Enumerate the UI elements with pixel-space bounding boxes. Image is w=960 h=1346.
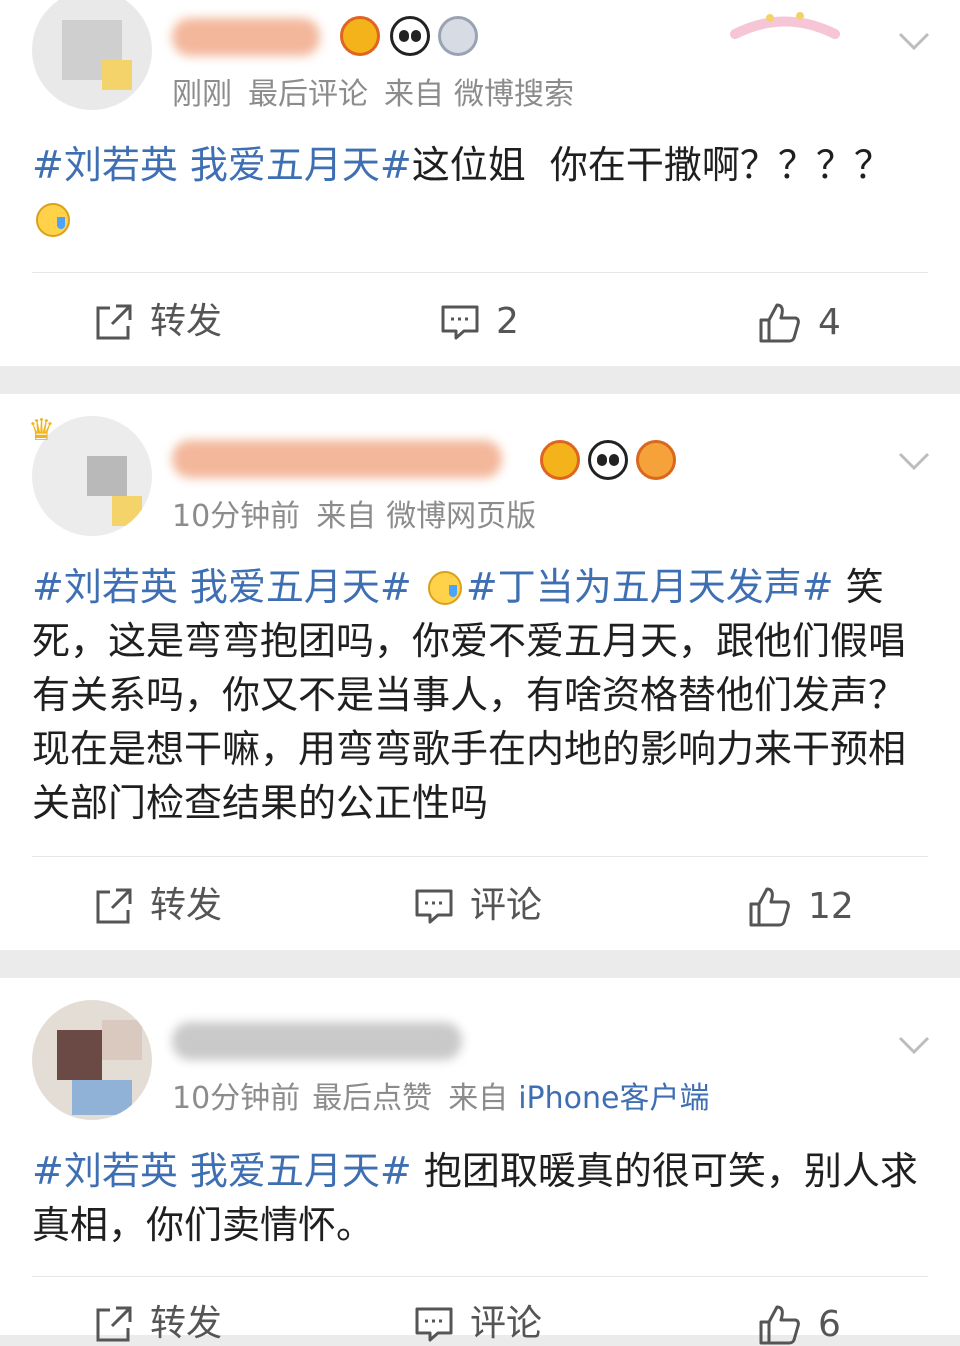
avatar[interactable] xyxy=(32,1000,152,1120)
comment-label: 评论 xyxy=(470,885,543,926)
post-meta: 刚刚 最后评论 来自 微博搜索 xyxy=(172,76,590,114)
comment-button[interactable]: 2 xyxy=(440,302,519,342)
like-count: 4 xyxy=(818,302,841,343)
medal-badge-icon xyxy=(438,16,478,56)
comment-button[interactable]: 评论 xyxy=(414,1304,542,1344)
like-button[interactable]: 12 xyxy=(748,886,854,928)
post-time: 10分钟前 xyxy=(172,499,301,534)
hashtag-link[interactable]: #丁当为五月天发声# xyxy=(466,565,834,609)
vip-crown-icon xyxy=(540,440,580,480)
like-button[interactable]: 6 xyxy=(758,1304,841,1346)
share-icon xyxy=(96,1306,132,1342)
share-icon xyxy=(96,304,132,340)
source-prefix: 来自 xyxy=(316,499,377,534)
post-extra: 最后点赞 xyxy=(312,1081,433,1116)
comment-count: 2 xyxy=(496,301,519,342)
like-icon xyxy=(759,1305,800,1345)
source-prefix: 来自 xyxy=(448,1081,509,1116)
post-2: ♛ 10分钟前 来自 微博网页版 #刘若英 我爱五月天# #丁当为五月天发声# 笑死… xyxy=(0,394,960,950)
username-blurred[interactable] xyxy=(172,1022,462,1060)
like-button[interactable]: 4 xyxy=(758,302,841,344)
post-3: 10分钟前 最后点赞 来自 iPhone客户端 #刘若英 我爱五月天# 抱团取暖真的很… xyxy=(0,978,960,1345)
repost-label: 转发 xyxy=(150,885,223,926)
like-count: 12 xyxy=(808,886,854,927)
vip-crown-icon xyxy=(340,16,380,56)
like-count: 6 xyxy=(818,1304,841,1345)
post-source[interactable]: iPhone客户端 xyxy=(518,1081,709,1116)
post-1: 刚刚 最后评论 来自 微博搜索 #刘若英 我爱五月天#这位姐 你在干撒啊？？？？ 转发… xyxy=(0,0,960,366)
like-icon xyxy=(759,303,800,343)
emoji-icon xyxy=(427,571,462,605)
post-time: 10分钟前 xyxy=(172,1081,301,1116)
post-source[interactable]: 微博搜索 xyxy=(454,77,574,112)
repost-button[interactable]: 转发 xyxy=(94,1304,222,1344)
comment-icon xyxy=(441,305,479,340)
hashtag-link[interactable]: #刘若英 我爱五月天# xyxy=(32,1149,412,1193)
avatar[interactable] xyxy=(32,0,152,110)
post-time: 刚刚 xyxy=(172,77,232,112)
chevron-down-icon[interactable] xyxy=(896,1026,932,1062)
post-content: #刘若英 我爱五月天# #丁当为五月天发声# 笑死，这是弯弯抱团吗，你爱不爱五月… xyxy=(32,560,922,830)
emoji-icon xyxy=(36,203,70,237)
share-icon xyxy=(96,888,132,924)
comment-label: 评论 xyxy=(470,1303,543,1344)
hashtag-link[interactable]: #刘若英 我爱五月天# xyxy=(32,143,412,187)
divider xyxy=(32,1276,928,1277)
chevron-down-icon[interactable] xyxy=(896,442,932,478)
repost-label: 转发 xyxy=(150,301,223,342)
divider xyxy=(32,856,928,857)
post-source[interactable]: 微博网页版 xyxy=(386,499,536,534)
post-content: #刘若英 我爱五月天#这位姐 你在干撒啊？？？？ xyxy=(32,138,922,246)
username-blurred[interactable] xyxy=(172,18,320,56)
repost-label: 转发 xyxy=(150,1303,223,1344)
post-content: #刘若英 我爱五月天# 抱团取暖真的很可笑，别人求真相，你们卖情怀。 xyxy=(32,1144,922,1252)
username-blurred[interactable] xyxy=(172,440,502,478)
panda-badge-icon xyxy=(588,440,628,480)
post-meta: 10分钟前 来自 微博网页版 xyxy=(172,498,552,536)
decoration-icon xyxy=(730,12,840,39)
post-meta: 10分钟前 最后点赞 来自 iPhone客户端 xyxy=(172,1080,725,1118)
comment-icon xyxy=(415,1307,453,1342)
comment-button[interactable]: 评论 xyxy=(414,886,542,926)
repost-button[interactable]: 转发 xyxy=(94,886,222,926)
vip-crown-icon: ♛ xyxy=(28,413,55,448)
post-extra: 最后评论 xyxy=(248,77,368,112)
post-text: 这位姐 你在干撒啊？？？？ xyxy=(411,143,892,187)
like-icon xyxy=(749,887,790,927)
comment-icon xyxy=(415,889,453,924)
source-prefix: 来自 xyxy=(384,77,444,112)
chevron-down-icon[interactable] xyxy=(896,22,932,58)
divider xyxy=(32,272,928,273)
fish-badge-icon xyxy=(636,440,676,480)
repost-button[interactable]: 转发 xyxy=(94,302,222,342)
hashtag-link[interactable]: #刘若英 我爱五月天# xyxy=(32,565,412,609)
panda-badge-icon xyxy=(390,16,430,56)
